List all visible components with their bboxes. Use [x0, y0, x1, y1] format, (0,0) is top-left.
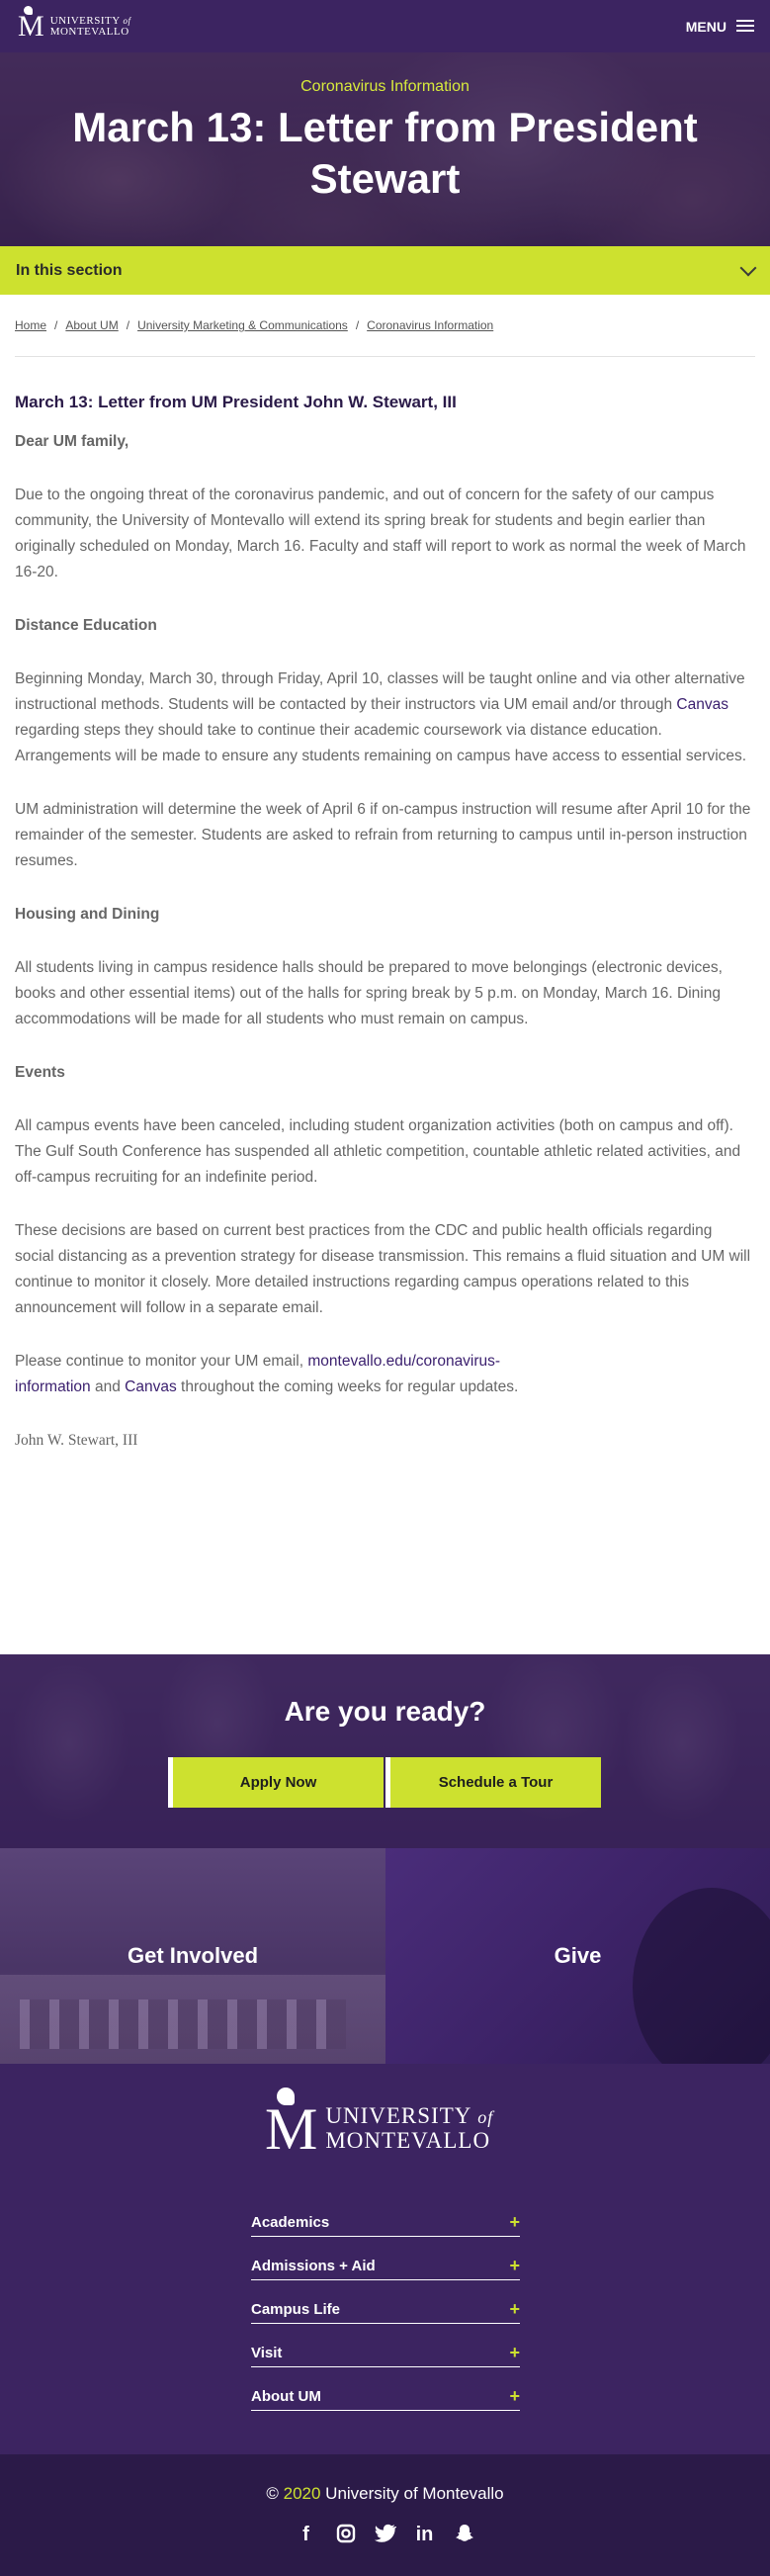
footer-logo-line2: MONTEVALLO: [325, 2128, 491, 2153]
footer-logo-line1: UNIVERSITY: [325, 2103, 471, 2128]
plus-icon: +: [509, 2343, 520, 2362]
footer-item-label: Visit: [251, 2345, 283, 2361]
get-involved-label: Get Involved: [127, 1943, 259, 1968]
cta-title: Are you ready?: [284, 1696, 486, 1727]
footer-item-visit[interactable]: Visit +: [251, 2336, 520, 2367]
footer-logo-of: of: [477, 2107, 494, 2127]
breadcrumb-sep: /: [355, 318, 360, 332]
copyright-bar: © 2020 University of Montevallo f in: [0, 2454, 770, 2576]
signature: John W. Stewart, III: [15, 1432, 138, 1449]
chevron-down-icon: [739, 259, 757, 276]
paragraph-monitor: Please continue to monitor your UM email…: [15, 1349, 568, 1400]
paragraph-administration: UM administration will determine the wee…: [15, 801, 751, 869]
paragraph-monitor-a: Please continue to monitor your UM email…: [15, 1353, 308, 1370]
canvas-link[interactable]: Canvas: [676, 696, 728, 713]
apply-now-button[interactable]: Apply Now: [168, 1757, 384, 1808]
paragraph-monitor-and: and: [90, 1378, 126, 1395]
paragraph-decisions: These decisions are based on current bes…: [15, 1222, 751, 1316]
cta-banner: Are you ready? Apply Now Schedule a Tour: [0, 1654, 770, 1848]
footer-item-label: About UM: [251, 2388, 321, 2405]
copyright-year: 2020: [283, 2484, 321, 2503]
section-bar-label: In this section: [16, 261, 123, 279]
divider: [15, 356, 755, 357]
menu-button[interactable]: MENU: [686, 19, 754, 35]
plus-icon: +: [509, 2299, 520, 2319]
logo-mark: M: [18, 5, 44, 43]
in-this-section-toggle[interactable]: In this section: [0, 246, 770, 295]
top-nav: M UNIVERSITY of MONTEVALLO MENU: [0, 0, 770, 52]
plus-icon: +: [509, 2212, 520, 2232]
footer-logo-wordmark: UNIVERSITY of MONTEVALLO: [325, 2104, 493, 2157]
logo-wordmark: UNIVERSITY of MONTEVALLO: [49, 15, 131, 38]
breadcrumb-coronavirus[interactable]: Coronavirus Information: [367, 318, 493, 332]
footer-item-label: Campus Life: [251, 2301, 341, 2318]
page-title: March 13: Letter from President Stewart: [72, 104, 698, 202]
logo-of: of: [123, 15, 131, 26]
copyright-text: © 2020 University of Montevallo: [0, 2484, 770, 2504]
tile-image-columns: [20, 1999, 346, 2049]
paragraph-intro: Due to the ongoing threat of the coronav…: [15, 487, 746, 580]
article-body: March 13: Letter from UM President John …: [15, 392, 755, 1481]
paragraph-housing: All students living in campus residence …: [15, 959, 723, 1027]
social-links: f in: [0, 2524, 770, 2549]
facebook-icon[interactable]: f: [296, 2524, 317, 2549]
twitter-icon[interactable]: [374, 2524, 397, 2549]
footer-logo-mark: M: [265, 2087, 318, 2162]
plus-icon: +: [509, 2256, 520, 2275]
footer-item-academics[interactable]: Academics +: [251, 2205, 520, 2237]
breadcrumb-marketing[interactable]: University Marketing & Communications: [137, 318, 348, 332]
give-tile[interactable]: Give: [385, 1848, 770, 2064]
canvas-link-2[interactable]: Canvas: [125, 1378, 177, 1395]
get-involved-tile[interactable]: Get Involved: [0, 1848, 385, 2064]
breadcrumb-sep: /: [126, 318, 130, 332]
linkedin-icon[interactable]: in: [414, 2524, 436, 2549]
menu-label: MENU: [685, 18, 727, 35]
university-logo[interactable]: M UNIVERSITY of MONTEVALLO: [18, 5, 131, 43]
plus-icon: +: [509, 2386, 520, 2406]
footer-item-about[interactable]: About UM +: [251, 2379, 520, 2411]
logo-line2: MONTEVALLO: [49, 25, 129, 38]
footer: M UNIVERSITY of MONTEVALLO Academics + Adm…: [0, 2064, 770, 2454]
footer-item-campus-life[interactable]: Campus Life +: [251, 2292, 520, 2324]
hero-subtitle: Coronavirus Information: [300, 78, 470, 95]
cta-overlay: [0, 1654, 770, 1848]
copyright-name: University of Montevallo: [325, 2484, 504, 2503]
snapchat-icon[interactable]: [454, 2524, 475, 2549]
hero-banner: Coronavirus Information March 13: Letter…: [0, 52, 770, 246]
subheading-events: Events: [15, 1064, 65, 1081]
give-label: Give: [554, 1943, 602, 1968]
tile-image-person: [633, 1888, 770, 2064]
breadcrumb: Home / About UM / University Marketing & C…: [15, 318, 493, 332]
article-heading: March 13: Letter from UM President John …: [15, 393, 457, 411]
footer-logo[interactable]: M UNIVERSITY of MONTEVALLO: [265, 2087, 493, 2162]
breadcrumb-home[interactable]: Home: [15, 318, 46, 332]
paragraph-monitor-b: throughout the coming weeks for regular …: [176, 1378, 519, 1395]
schedule-tour-button[interactable]: Schedule a Tour: [385, 1757, 601, 1808]
footer-item-label: Admissions + Aid: [251, 2258, 376, 2274]
paragraph-events: All campus events have been canceled, in…: [15, 1117, 741, 1186]
breadcrumb-about-um[interactable]: About UM: [65, 318, 118, 332]
instagram-icon[interactable]: [335, 2524, 357, 2549]
paragraph-distance-a: Beginning Monday, March 30, through Frid…: [15, 670, 745, 713]
greeting: Dear UM family,: [15, 433, 129, 450]
copyright-symbol: ©: [266, 2484, 279, 2503]
hamburger-icon: [736, 20, 754, 33]
breadcrumb-sep: /: [54, 318, 58, 332]
footer-item-label: Academics: [251, 2214, 330, 2231]
subheading-housing-dining: Housing and Dining: [15, 906, 160, 923]
footer-item-admissions[interactable]: Admissions + Aid +: [251, 2249, 520, 2280]
paragraph-distance-b: regarding steps they should take to cont…: [15, 722, 747, 764]
paragraph-distance: Beginning Monday, March 30, through Frid…: [15, 666, 755, 769]
subheading-distance-education: Distance Education: [15, 617, 157, 634]
